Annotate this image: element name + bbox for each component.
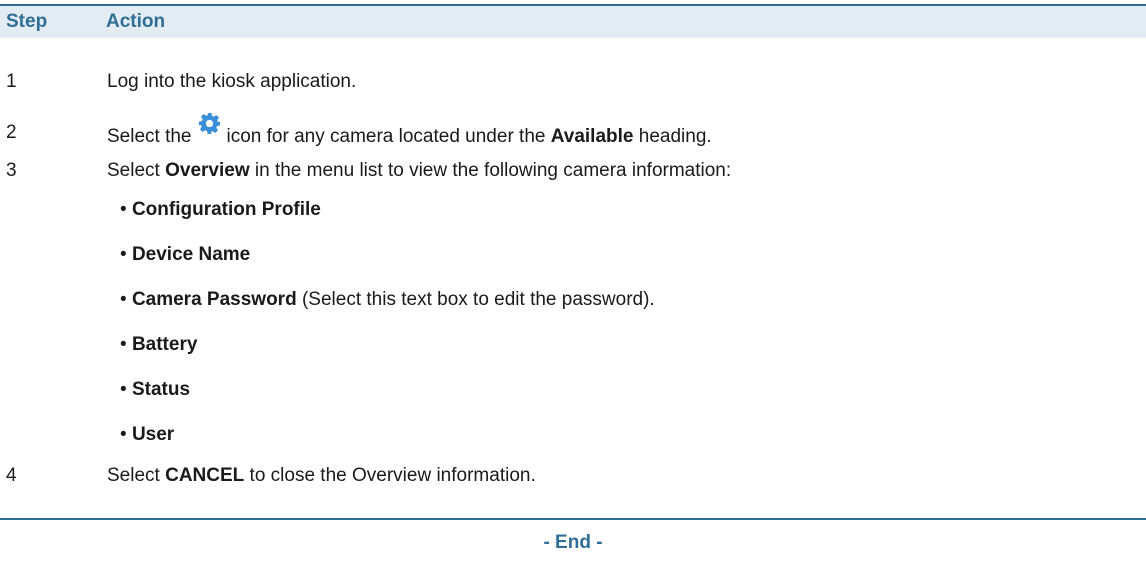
- bullet-marker: •: [120, 424, 127, 445]
- bullet-marker: •: [120, 334, 127, 355]
- step-text-part: icon for any camera located under the: [226, 126, 546, 147]
- bullet-bold: Configuration Profile: [131, 199, 321, 220]
- bullet-marker: •: [120, 199, 127, 220]
- step-text-part: in the menu list to view the following c…: [254, 160, 732, 181]
- step-text-part: Select: [107, 465, 160, 486]
- bullet-marker: •: [120, 244, 127, 265]
- bullet-rest: (Select this text box to edit the passwo…: [301, 289, 655, 310]
- header-action: Action: [106, 11, 166, 32]
- step-number: 2: [6, 122, 17, 143]
- step-text-bold: Available: [550, 126, 634, 147]
- bullet-marker: •: [120, 379, 127, 400]
- header-step: Step: [6, 11, 48, 32]
- table-header: Step Action: [0, 4, 1146, 38]
- step-text: Select the icon for any camera located un…: [107, 112, 712, 149]
- footer-divider: [0, 518, 1146, 520]
- step-text: Select Overview in the menu list to view…: [107, 159, 731, 183]
- bullet-marker: •: [120, 289, 127, 310]
- bullet-bold: Device Name: [131, 244, 251, 265]
- list-item: • Device Name: [120, 243, 250, 267]
- procedure-table: Step Action 1 Log into the kiosk applica…: [0, 0, 1146, 575]
- step-number: 3: [6, 160, 17, 181]
- step-text-part: Select the: [107, 126, 192, 147]
- gear-icon: [198, 112, 220, 135]
- step-number: 1: [6, 71, 17, 92]
- list-item: • Configuration Profile: [120, 198, 321, 222]
- bullet-bold: User: [131, 424, 175, 445]
- step-text-part: Select: [107, 160, 160, 181]
- bullet-bold: Battery: [131, 334, 198, 355]
- list-item: • Battery: [120, 333, 197, 357]
- list-item: • Camera Password (Select this text box …: [120, 288, 655, 312]
- list-item: • Status: [120, 378, 190, 402]
- step-number: 4: [6, 465, 17, 486]
- step-text-part: to close the Overview information.: [249, 465, 536, 486]
- step-text: Log into the kiosk application.: [107, 71, 357, 92]
- step-text-bold: CANCEL: [165, 465, 245, 486]
- bullet-bold: Status: [131, 379, 191, 400]
- list-item: • User: [120, 423, 174, 447]
- step-text-bold: Overview: [165, 160, 250, 181]
- step-text-part: heading.: [638, 126, 712, 147]
- end-label: - End -: [543, 532, 603, 553]
- bullet-bold: Camera Password: [131, 289, 297, 310]
- step-text: Select CANCEL to close the Overview info…: [107, 464, 536, 488]
